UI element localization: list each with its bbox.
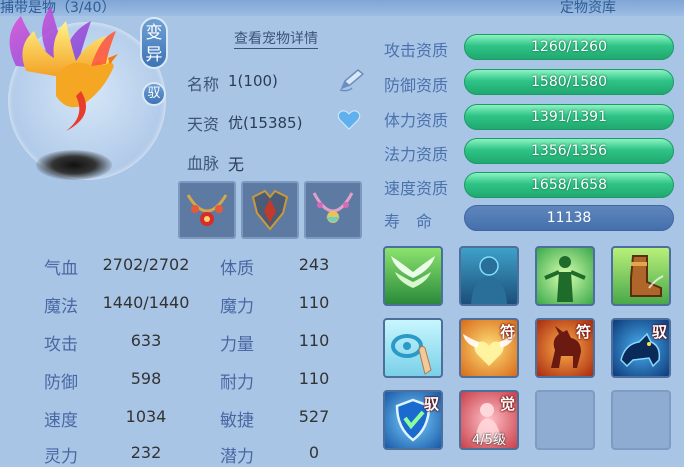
phoenix-pet-icon — [9, 6, 118, 131]
quality-label-stamina: 体力资质 — [384, 111, 449, 130]
quality-bar-attack: 1260/1260 — [464, 34, 674, 60]
quality-bar-speed: 1658/1658 — [464, 172, 674, 198]
view-pet-details-link[interactable]: 查看宠物详情 — [234, 30, 318, 49]
stat-label-constitution: 体质 — [220, 259, 254, 279]
variant-label: 变异 — [145, 23, 163, 65]
stat-value-agility: 527 — [298, 407, 330, 426]
quality-bar-stamina: 1391/1391 — [464, 104, 674, 130]
skill-slot-9[interactable]: 驭 — [383, 390, 443, 450]
armor-icon — [251, 189, 289, 231]
skill-slot-8[interactable]: 驭 — [611, 318, 671, 378]
hand-water-skill-icon — [391, 334, 432, 375]
pet-shadow — [36, 150, 112, 180]
necklace-red-icon — [186, 194, 228, 226]
talent-value: 优(15385) — [228, 114, 303, 132]
talent-label: 天资 — [187, 115, 220, 134]
skill-level: 4/5级 — [472, 433, 506, 448]
skill-slot-empty-1[interactable] — [535, 390, 595, 450]
stat-label-spirit: 灵力 — [44, 447, 78, 467]
stat-label-strength: 力量 — [220, 335, 254, 355]
tame-badge: 驭 — [142, 82, 166, 106]
stat-label-potential: 潜力 — [220, 447, 254, 467]
equipment-slot-2[interactable] — [241, 181, 299, 239]
header-right-fragment: 定物资库 — [560, 0, 616, 16]
skill-tag: 驭 — [651, 323, 667, 341]
equipment-slot-3[interactable] — [304, 181, 362, 239]
lifespan-bar: 11138 — [464, 205, 674, 231]
stat-value-potential: 0 — [308, 443, 320, 462]
quality-label-defense: 防御资质 — [384, 76, 449, 95]
quality-label-mana: 法力资质 — [384, 145, 449, 164]
skill-tag: 符 — [499, 323, 515, 341]
stat-value-constitution: 243 — [298, 255, 330, 274]
quality-label-attack: 攻击资质 — [384, 41, 449, 60]
necklace-pink-icon — [312, 192, 354, 223]
favorite-heart-icon[interactable] — [337, 109, 361, 131]
skill-slot-empty-2[interactable] — [611, 390, 671, 450]
stat-label-hp: 气血 — [44, 259, 78, 279]
wings-skill-icon — [391, 256, 435, 288]
stat-value-spirit: 232 — [130, 443, 162, 462]
stat-label-attack: 攻击 — [44, 335, 78, 355]
skill-slot-6[interactable]: 符 — [459, 318, 519, 378]
skill-slot-3[interactable] — [535, 246, 595, 306]
boot-skill-icon — [630, 255, 664, 297]
stat-value-strength: 110 — [298, 331, 330, 350]
bloodline-value: 无 — [228, 155, 245, 174]
skill-slot-7[interactable]: 符 — [535, 318, 595, 378]
stat-label-magic: 魔力 — [220, 297, 254, 317]
stat-value-speed: 1034 — [125, 407, 167, 426]
skill-slot-1[interactable] — [383, 246, 443, 306]
lifespan-label: 寿 命 — [384, 212, 433, 231]
equipment-slot-1[interactable] — [178, 181, 236, 239]
stat-value-mp: 1440/1440 — [102, 293, 190, 312]
silhouette-skill-icon — [471, 256, 507, 304]
stat-label-agility: 敏捷 — [220, 411, 254, 431]
skill-tag: 驭 — [423, 395, 439, 413]
quality-bar-mana: 1356/1356 — [464, 138, 674, 164]
stat-value-magic: 110 — [298, 293, 330, 312]
skill-tag: 符 — [575, 323, 591, 341]
skill-slot-10[interactable]: 觉 4/5级 — [459, 390, 519, 450]
bloodline-label: 血脉 — [187, 154, 220, 173]
skill-tag: 觉 — [499, 395, 515, 413]
name-label: 名称 — [187, 75, 220, 94]
name-value: 1(100) — [228, 72, 278, 90]
edit-pencil-icon[interactable] — [338, 68, 366, 92]
stat-value-endurance: 110 — [298, 369, 330, 388]
skill-slot-5[interactable] — [383, 318, 443, 378]
stat-label-defense: 防御 — [44, 373, 78, 393]
stat-value-hp: 2702/2702 — [102, 255, 190, 274]
stat-label-mp: 魔法 — [44, 297, 78, 317]
aura-figure-skill-icon — [544, 256, 586, 302]
stat-label-speed: 速度 — [44, 411, 78, 431]
stat-value-defense: 598 — [130, 369, 162, 388]
stat-label-endurance: 耐力 — [220, 373, 254, 393]
quality-label-speed: 速度资质 — [384, 179, 449, 198]
skill-slot-2[interactable] — [459, 246, 519, 306]
skill-slot-4[interactable] — [611, 246, 671, 306]
quality-bar-defense: 1580/1580 — [464, 69, 674, 95]
stat-value-attack: 633 — [130, 331, 162, 350]
variant-badge: 变异 — [140, 17, 168, 69]
